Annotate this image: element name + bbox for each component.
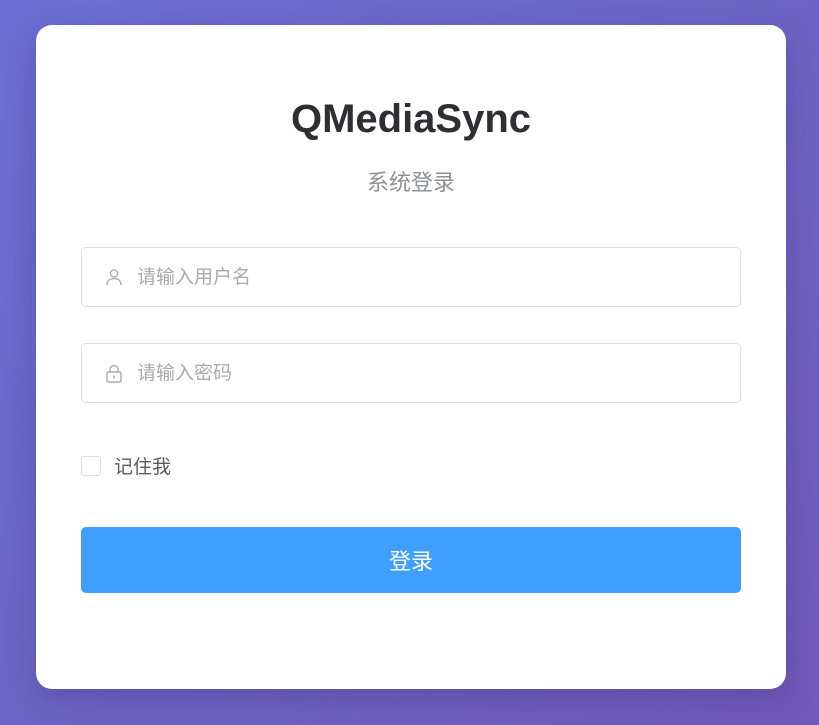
login-card: QMediaSync 系统登录 记住我 登录 [36, 25, 786, 689]
lock-icon [104, 363, 124, 383]
username-field[interactable] [81, 247, 741, 307]
app-title: QMediaSync [290, 97, 532, 141]
login-button[interactable]: 登录 [81, 527, 741, 593]
password-field[interactable] [81, 343, 741, 403]
remember-checkbox[interactable] [81, 455, 101, 476]
remember-me[interactable]: 记住我 [81, 452, 171, 479]
remember-label[interactable]: 记住我 [114, 452, 171, 479]
user-icon [104, 267, 124, 287]
password-input[interactable] [137, 344, 740, 402]
username-input[interactable] [137, 248, 740, 306]
page-subtitle: 系统登录 [366, 170, 455, 195]
